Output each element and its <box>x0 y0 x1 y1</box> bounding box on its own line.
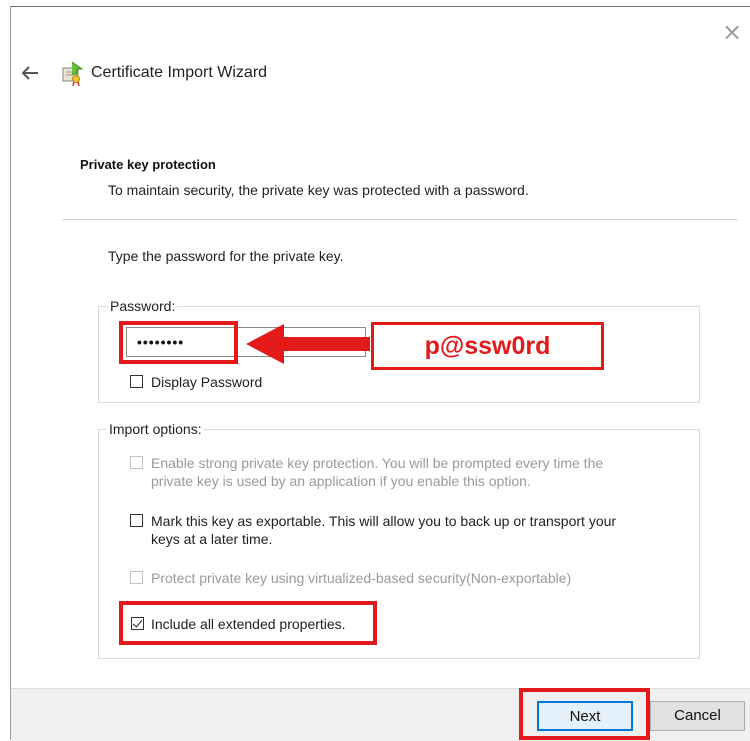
password-prompt: Type the password for the private key. <box>108 248 344 264</box>
close-icon[interactable]: × <box>722 20 742 44</box>
strong-protection-checkbox[interactable] <box>130 456 143 469</box>
password-label: Password: <box>108 298 178 314</box>
strong-protection-label-line1: Enable strong private key protection. Yo… <box>151 455 604 471</box>
back-arrow-icon[interactable] <box>18 61 42 85</box>
vbs-protection-checkbox[interactable] <box>130 571 143 584</box>
vbs-protection-label: Protect private key using virtualized-ba… <box>151 570 572 586</box>
exportable-label-line1: Mark this key as exportable. This will a… <box>151 513 617 529</box>
wizard-title: Certificate Import Wizard <box>91 64 268 81</box>
extended-properties-highlight <box>119 601 377 645</box>
strong-protection-label-line2: private key is used by an application if… <box>151 473 531 489</box>
display-password-label: Display Password <box>151 374 263 390</box>
password-highlight <box>119 321 238 364</box>
display-password-checkbox[interactable] <box>130 375 143 388</box>
header-divider <box>63 219 737 220</box>
next-button-highlight <box>519 688 650 740</box>
import-options-label: Import options: <box>107 421 204 437</box>
exportable-label-line2: keys at a later time. <box>151 531 273 547</box>
red-arrow-icon <box>246 324 370 364</box>
password-callout: p@ssw0rd <box>371 322 604 370</box>
section-description: To maintain security, the private key wa… <box>108 182 529 198</box>
section-title: Private key protection <box>80 157 216 172</box>
cancel-button[interactable]: Cancel <box>650 701 745 731</box>
exportable-checkbox[interactable] <box>130 514 143 527</box>
certificate-icon <box>62 61 84 86</box>
